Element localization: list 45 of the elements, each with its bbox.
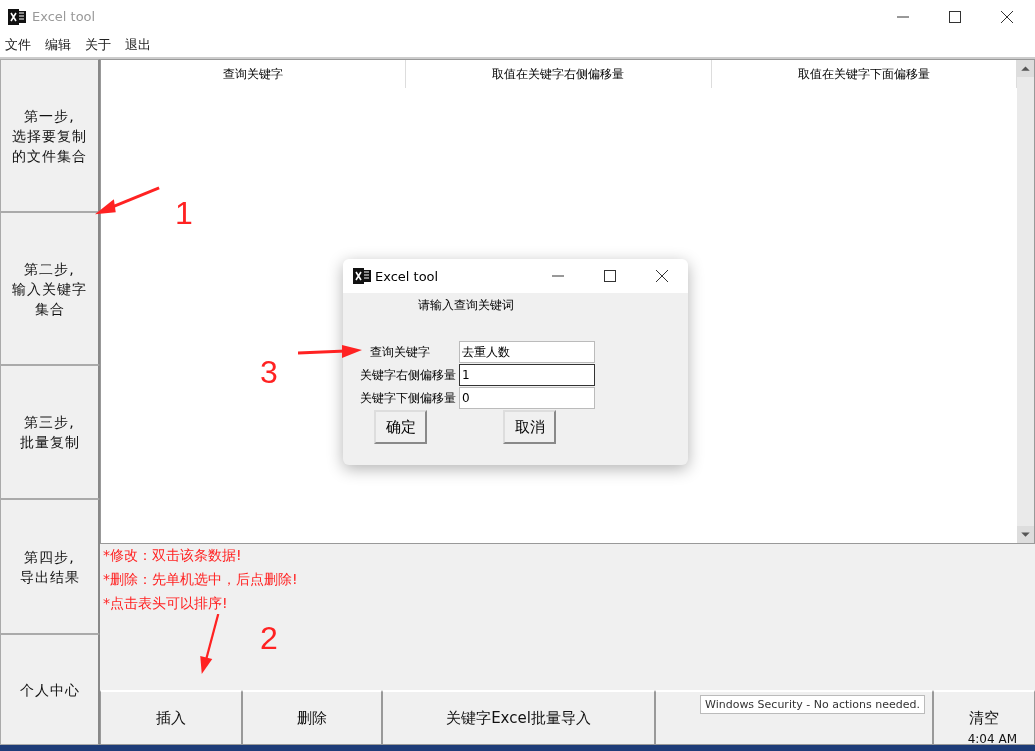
scroll-up-icon[interactable] xyxy=(1017,60,1034,77)
annotation-arrow xyxy=(198,614,222,674)
action-button[interactable]: 删除 xyxy=(242,690,382,745)
annotation-number: 1 xyxy=(175,195,193,232)
hint-text: *删除：先单机选中，后点删除! xyxy=(103,571,299,589)
window-title: Excel tool xyxy=(32,9,96,24)
field-label: 关键字下侧偏移量 xyxy=(359,389,457,407)
annotation-number: 3 xyxy=(260,354,278,391)
menu-item[interactable]: 文件 xyxy=(5,36,31,54)
column-header[interactable]: 取值在关键字右侧偏移量 xyxy=(406,60,712,88)
step-button[interactable]: 第二步, 输入关键字 集合 xyxy=(0,212,100,365)
dialog-heading: 请输入查询关键词 xyxy=(418,297,515,314)
column-header[interactable]: 查询关键字 xyxy=(101,60,407,88)
field-label: 关键字右侧偏移量 xyxy=(359,366,457,384)
hint-text: *修改：双击该条数据! xyxy=(103,547,243,565)
clock-text: 4:04 AM xyxy=(967,732,1017,746)
action-button[interactable]: 插入 xyxy=(100,690,242,745)
app-icon xyxy=(353,267,371,285)
field-label: 查询关键字 xyxy=(368,343,431,361)
dialog-button[interactable]: 确定 xyxy=(374,410,427,444)
annotation-number: 2 xyxy=(260,620,278,657)
input-field[interactable]: 去重人数 xyxy=(459,341,595,363)
app-icon xyxy=(8,7,26,26)
scrollbar[interactable] xyxy=(1017,60,1034,543)
maximize-icon[interactable] xyxy=(604,270,616,282)
maximize-icon[interactable] xyxy=(949,10,961,23)
tooltip: Windows Security - No actions needed. xyxy=(700,695,925,714)
step-button[interactable]: 第三步, 批量复制 xyxy=(0,365,100,499)
input-field[interactable]: 0 xyxy=(459,387,595,409)
step-button[interactable]: 第一步, 选择要复制 的文件集合 xyxy=(0,59,100,212)
step-button[interactable]: 第四步, 导出结果 xyxy=(0,499,100,634)
step-button[interactable]: 个人中心 xyxy=(0,634,100,745)
close-icon[interactable] xyxy=(656,270,668,282)
column-header[interactable]: 取值在关键字下面偏移量 xyxy=(711,60,1017,88)
input-field[interactable]: 1 xyxy=(459,364,595,386)
menu-item[interactable]: 关于 xyxy=(85,36,111,54)
menu-item[interactable]: 退出 xyxy=(125,36,151,54)
dialog-button[interactable]: 取消 xyxy=(503,410,556,444)
menu-item[interactable]: 编辑 xyxy=(45,36,71,54)
close-icon[interactable] xyxy=(1001,10,1013,23)
hint-text: *点击表头可以排序! xyxy=(103,595,229,613)
action-button[interactable]: 关键字Excel批量导入 xyxy=(382,690,655,745)
dialog-title: Excel tool xyxy=(375,268,439,284)
scroll-down-icon[interactable] xyxy=(1017,526,1034,543)
annotation-arrow xyxy=(298,345,362,359)
